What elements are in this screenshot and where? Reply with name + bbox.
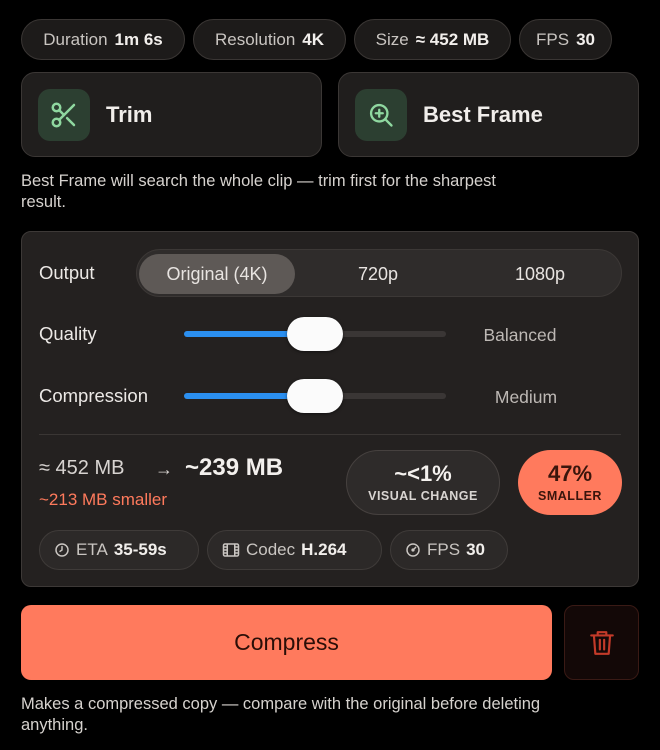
scissors-icon: [38, 88, 90, 141]
output-label: Output: [39, 262, 95, 283]
visual-change-badge: ~<1% VISUAL CHANGE: [346, 450, 500, 515]
codec-label: Codec: [246, 540, 296, 559]
fps-value: 30: [576, 29, 595, 49]
trim-label: Trim: [106, 101, 153, 127]
compression-slider-thumb[interactable]: [287, 379, 343, 413]
visual-change-value: ~<1%: [394, 461, 452, 486]
best-frame-label: Best Frame: [423, 101, 543, 127]
size-savings: ~213 MB smaller: [39, 490, 168, 509]
output-segmented-control: Original (4K) 720p 1080p: [136, 249, 622, 297]
size-label: Size: [375, 29, 409, 49]
fps-chip: FPS 30: [390, 530, 508, 570]
percent-smaller-value: 47%: [547, 461, 593, 486]
panel-divider: [39, 434, 621, 435]
film-icon: [222, 543, 240, 557]
fps-chip-label: FPS: [427, 540, 461, 559]
zoom-in-icon: [355, 88, 407, 141]
resolution-pill: Resolution 4K: [193, 19, 346, 60]
quality-slider[interactable]: [184, 317, 446, 351]
compression-label: Compression: [39, 385, 148, 406]
clock-icon: [55, 543, 69, 557]
fps-label: FPS: [536, 29, 570, 49]
gauge-icon: [406, 543, 420, 557]
delete-button[interactable]: [564, 605, 639, 680]
trash-icon: [589, 630, 614, 655]
compress-button[interactable]: Compress: [21, 605, 552, 680]
original-size: ≈ 452 MB: [39, 457, 125, 479]
eta-value: 35-59s: [113, 540, 167, 559]
output-option-original[interactable]: Original (4K): [139, 254, 295, 294]
codec-chip: Codec H.264: [207, 530, 382, 570]
output-option-1080p[interactable]: 1080p: [475, 254, 605, 294]
duration-value: 1m 6s: [114, 29, 163, 49]
arrow-right-icon: →: [155, 459, 173, 479]
compression-slider[interactable]: [184, 379, 446, 413]
resolution-value: 4K: [302, 29, 325, 49]
output-option-720p[interactable]: 720p: [313, 254, 443, 294]
trim-button[interactable]: Trim: [21, 72, 322, 157]
size-value: ≈ 452 MB: [415, 29, 490, 49]
codec-value: H.264: [301, 540, 347, 559]
estimated-size: ~239 MB: [185, 454, 284, 481]
fps-pill: FPS 30: [519, 19, 612, 60]
visual-change-label: VISUAL CHANGE: [368, 489, 478, 503]
quality-label: Quality: [39, 323, 97, 344]
duration-label: Duration: [43, 29, 108, 49]
compress-note: Makes a compressed copy — compare with t…: [21, 695, 541, 734]
settings-panel: Output Original (4K) 720p 1080p Quality …: [21, 231, 639, 587]
percent-smaller-badge: 47% SMALLER: [518, 450, 622, 515]
best-frame-hint: Best Frame will search the whole clip — …: [21, 172, 496, 211]
resolution-label: Resolution: [214, 29, 296, 49]
eta-label: ETA: [76, 540, 108, 559]
fps-chip-value: 30: [466, 540, 485, 559]
percent-smaller-label: SMALLER: [538, 489, 602, 503]
size-pill: Size ≈ 452 MB: [354, 19, 511, 60]
eta-chip: ETA 35-59s: [39, 530, 199, 570]
quality-slider-thumb[interactable]: [287, 317, 343, 351]
duration-pill: Duration 1m 6s: [21, 19, 185, 60]
best-frame-button[interactable]: Best Frame: [338, 72, 639, 157]
compression-value: Medium: [494, 387, 558, 407]
quality-value: Balanced: [483, 325, 557, 345]
